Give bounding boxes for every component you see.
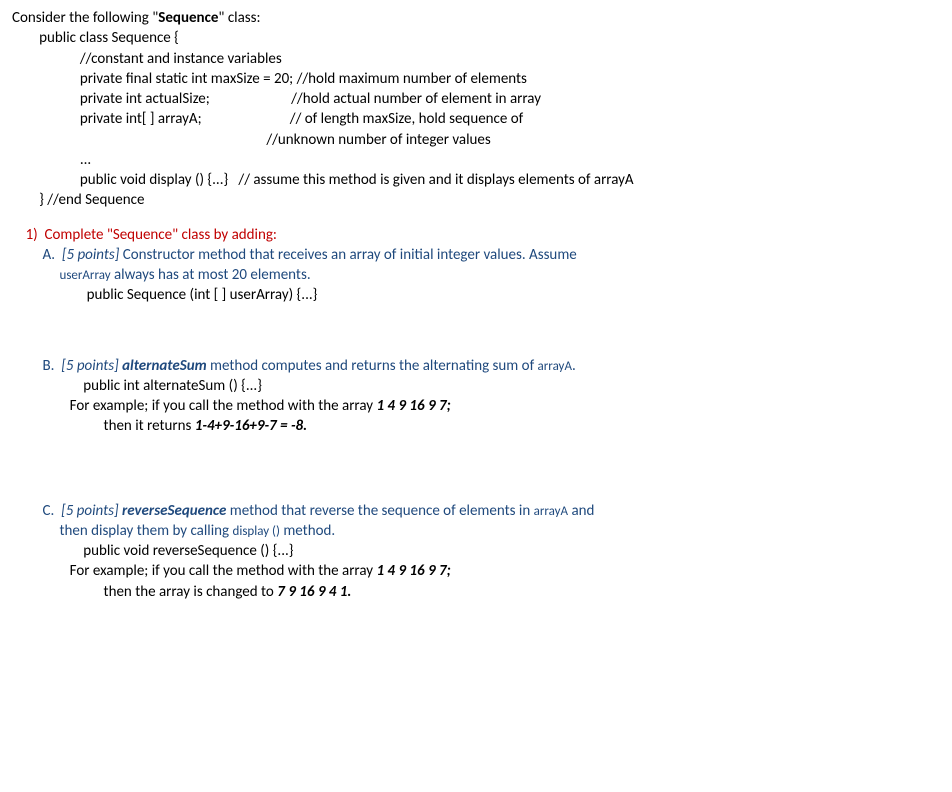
code-l6: //unknown number of integer values — [12, 130, 940, 150]
partA-pad — [12, 266, 59, 284]
partC-ret-val: 7 9 16 9 4 1. — [277, 583, 351, 601]
code-l10: } //end Sequence — [12, 190, 940, 210]
partC-display: display () — [233, 524, 280, 539]
q1-number: 1) — [12, 226, 45, 244]
partC-l2-prefix: then display them by calling — [12, 522, 233, 540]
partC-sig: public void reverseSequence () {...} — [12, 541, 940, 561]
partA-text1: Constructor method that receives an arra… — [123, 246, 577, 264]
partB-ret-prefix: then it returns — [12, 417, 195, 435]
code-l5: private int[ ] arrayA; // of length maxS… — [12, 109, 940, 129]
partA-sig: public Sequence (int [ ] userArray) {...… — [12, 285, 940, 305]
partB-ex-arr: 1 4 9 16 9 7; — [376, 397, 450, 415]
partC-ret: then the array is changed to 7 9 16 9 4 … — [12, 582, 940, 602]
partC-line1: C. [5 points] reverseSequence method tha… — [12, 501, 940, 521]
partA-line1: A. [5 points] Constructor method that re… — [12, 245, 940, 265]
partC-ex: For example; if you call the method with… — [12, 561, 940, 581]
partC-ret-prefix: then the array is changed to — [12, 583, 277, 601]
partC-label: C. — [12, 502, 61, 520]
code-l3: private final static int maxSize = 20; /… — [12, 69, 940, 89]
partC-ex-prefix: For example; if you call the method with… — [12, 562, 376, 580]
partB-ret: then it returns 1-4+9-16+9-7 = -8. — [12, 416, 940, 436]
partC-text1: method that reverse the sequence of elem… — [226, 502, 533, 520]
intro-prefix: Consider the following " — [12, 9, 158, 27]
partB-method: alternateSum — [122, 357, 207, 375]
code-l1: public class Sequence { — [12, 28, 940, 48]
partC-line2: then display them by calling display () … — [12, 521, 940, 541]
code-l4: private int actualSize; //hold actual nu… — [12, 89, 940, 109]
partC-ex-arr: 1 4 9 16 9 7; — [376, 562, 450, 580]
partA-rest: always has at most 20 elements. — [111, 266, 311, 284]
partB-arrA: arrayA — [538, 359, 572, 374]
partB-ret-val: 1-4+9-16+9-7 = -8. — [195, 417, 307, 435]
partA-userarray: userArray — [59, 268, 110, 283]
partB-ex: For example; if you call the method with… — [12, 396, 940, 416]
code-l7: ... — [12, 150, 940, 170]
intro-suffix: " class: — [218, 9, 260, 27]
partB-text1: method computes and returns the alternat… — [207, 357, 538, 375]
code-l8: public void display () {...} // assume t… — [12, 170, 940, 190]
partB-dot: . — [572, 357, 576, 375]
partB-sig: public int alternateSum () {...} — [12, 376, 940, 396]
partB-line1: B. [5 points] alternateSum method comput… — [12, 356, 940, 376]
q1-line: 1) Complete "Sequence" class by adding: — [12, 225, 940, 245]
intro-sequence: Sequence — [158, 9, 218, 27]
q1-text: Complete "Sequence" class by adding: — [45, 226, 277, 244]
partC-and: and — [568, 502, 594, 520]
partC-arrA: arrayA — [534, 504, 568, 519]
partB-ex-prefix: For example; if you call the method with… — [12, 397, 376, 415]
partA-points: [5 points] — [62, 246, 123, 264]
code-l2: //constant and instance variables — [12, 49, 940, 69]
partB-label: B. — [12, 357, 61, 375]
partC-method: reverseSequence — [122, 502, 226, 520]
partB-points: [5 points] — [61, 357, 122, 375]
partC-points: [5 points] — [61, 502, 122, 520]
intro-line: Consider the following "Sequence" class: — [12, 8, 940, 28]
partC-l2-suffix: method. — [280, 522, 335, 540]
partA-label: A. — [12, 246, 62, 264]
partA-line2: userArray always has at most 20 elements… — [12, 265, 940, 285]
